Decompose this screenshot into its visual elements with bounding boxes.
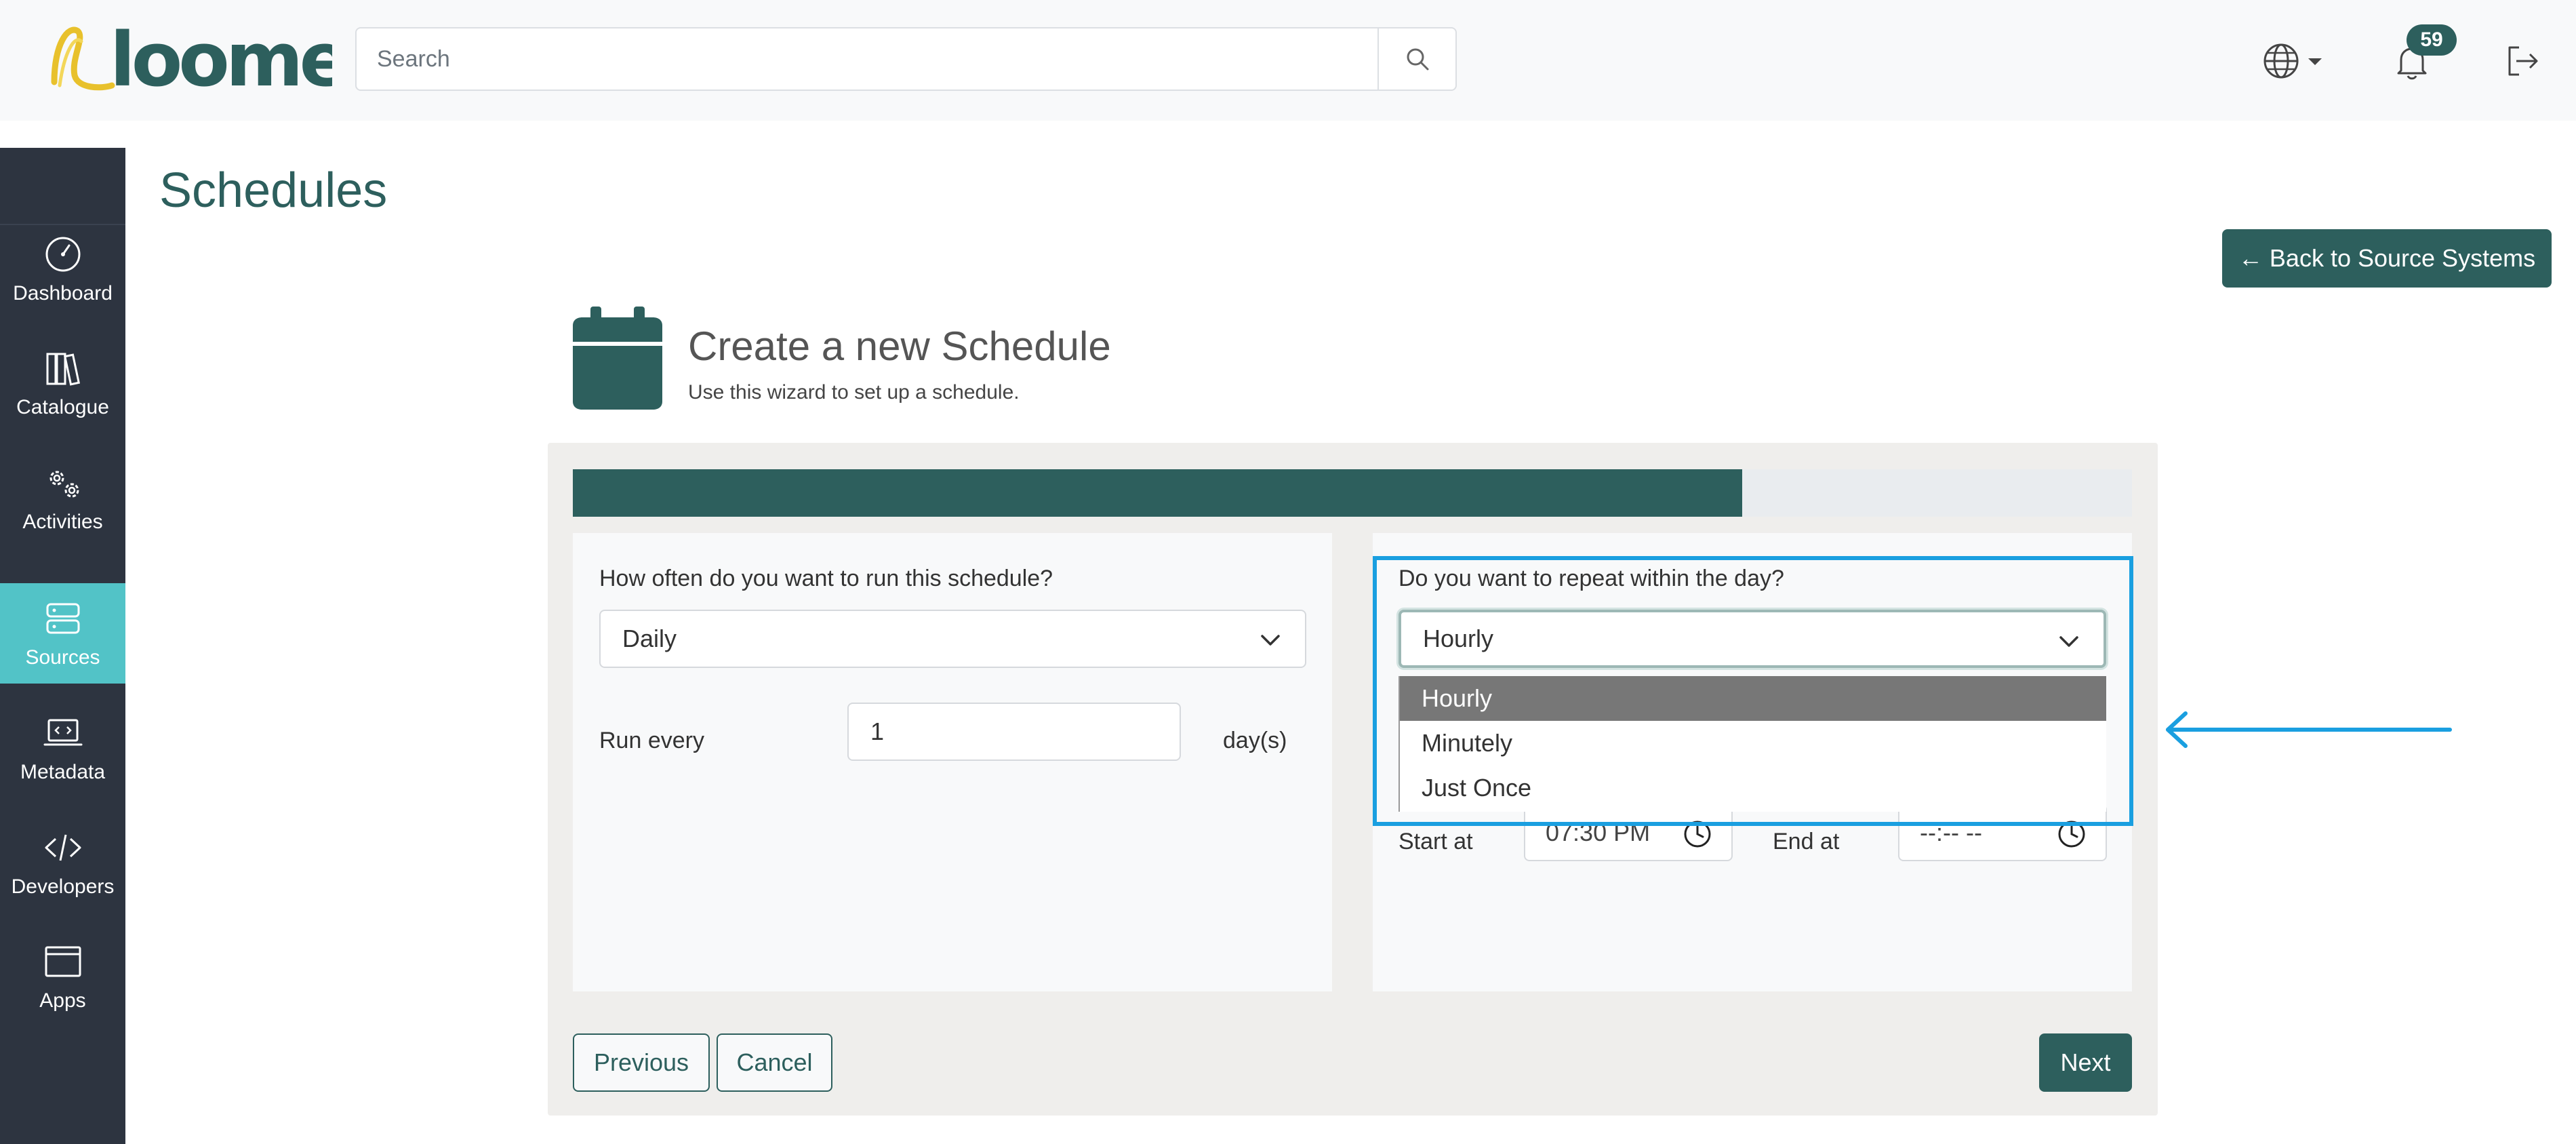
search-input[interactable] — [357, 28, 1379, 90]
server-icon — [46, 603, 79, 634]
frequency-label: How often do you want to run this schedu… — [599, 566, 1053, 591]
search-button[interactable] — [1377, 28, 1455, 90]
top-header: loome 59 — [0, 0, 2576, 121]
gears-icon — [49, 471, 79, 498]
sidebar-item-apps[interactable]: Apps — [0, 926, 125, 1027]
loome-logo[interactable]: loome — [47, 18, 332, 98]
annotation-highlight-box — [1373, 556, 2133, 826]
sidebar-item-label: Sources — [25, 646, 100, 669]
sidebar-toggle-area — [0, 148, 125, 225]
sidebar-item-catalogue[interactable]: Catalogue — [0, 332, 125, 434]
gauge-icon — [45, 237, 80, 272]
chevron-down-icon — [1261, 635, 1280, 646]
code-icon — [45, 834, 81, 861]
sidebar-item-label: Catalogue — [16, 396, 109, 418]
next-button[interactable]: Next — [2039, 1033, 2132, 1092]
run-every-label: Run every — [599, 728, 704, 753]
sidebar-item-metadata[interactable]: Metadata — [0, 697, 125, 799]
frequency-panel — [573, 533, 1332, 991]
sidebar-item-developers[interactable]: Developers — [0, 812, 125, 913]
sidebar-item-label: Apps — [39, 989, 86, 1012]
window-icon — [45, 946, 81, 977]
wizard-subtitle: Use this wizard to set up a schedule. — [688, 381, 1020, 403]
sidebar-item-sources[interactable]: Sources — [0, 583, 125, 684]
wizard-progress-bar — [573, 469, 2132, 517]
page-title: Schedules — [159, 163, 388, 218]
sidebar-item-dashboard[interactable]: Dashboard — [0, 218, 125, 320]
globe-icon — [2263, 43, 2322, 79]
logout-icon — [2508, 46, 2538, 76]
wizard-progress-fill — [573, 469, 1742, 517]
wizard-title: Create a new Schedule — [688, 323, 1111, 369]
sidebar-item-label: Developers — [11, 875, 115, 898]
sidebar-item-label: Dashboard — [13, 282, 113, 304]
books-icon — [46, 353, 80, 386]
cancel-button[interactable]: Cancel — [717, 1033, 832, 1092]
frequency-select[interactable]: Daily — [599, 610, 1306, 668]
calendar-icon — [573, 307, 662, 410]
run-every-unit: day(s) — [1223, 728, 1287, 753]
notification-badge: 59 — [2407, 24, 2457, 56]
previous-button[interactable]: Previous — [573, 1033, 710, 1092]
sidebar-item-activities[interactable]: Activities — [0, 447, 125, 549]
sidebar-item-label: Activities — [22, 511, 103, 533]
back-to-source-systems-button[interactable]: ← Back to Source Systems — [2222, 229, 2552, 288]
run-every-input[interactable]: 1 — [847, 703, 1181, 761]
search-icon — [1407, 48, 1428, 71]
search-bar — [355, 27, 1457, 91]
sidebar-item-label: Metadata — [20, 761, 106, 783]
svg-text:loome: loome — [110, 18, 332, 98]
logout-button[interactable] — [2495, 34, 2549, 88]
annotation-arrow-icon — [2166, 711, 2452, 748]
language-selector[interactable] — [2261, 34, 2335, 88]
laptop-code-icon — [43, 719, 82, 746]
start-at-label: Start at — [1398, 829, 1473, 854]
end-at-label: End at — [1773, 829, 1840, 854]
frequency-select-value: Daily — [622, 625, 677, 652]
